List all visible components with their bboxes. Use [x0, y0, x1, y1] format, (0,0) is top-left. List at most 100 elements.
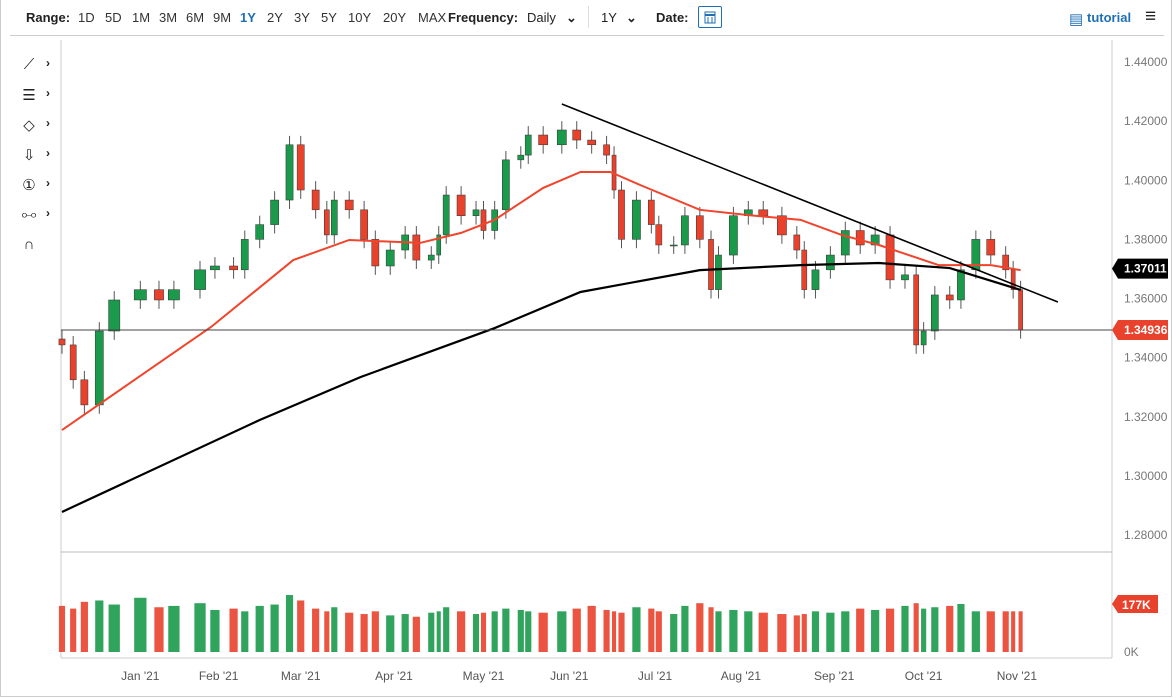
- volume-bar: [412, 616, 420, 652]
- candle-body: [855, 230, 865, 246]
- candle-body: [603, 144, 610, 156]
- volume-bar: [841, 611, 850, 652]
- candle-body: [442, 194, 450, 236]
- price-tag-label: 1.34936: [1124, 323, 1168, 337]
- volume-bar: [655, 611, 662, 652]
- candle-body: [538, 134, 549, 146]
- candle-body: [311, 189, 320, 211]
- volume-bar: [758, 612, 768, 652]
- y-tick-label: 1.28000: [1124, 528, 1168, 542]
- volume-bar: [696, 603, 704, 652]
- candle-body: [632, 199, 641, 240]
- volume-bar: [386, 615, 395, 652]
- x-tick-label: Nov '21: [997, 669, 1038, 683]
- candle-body: [94, 330, 104, 406]
- volume-bar: [826, 612, 835, 652]
- candle-body: [729, 215, 738, 256]
- volume-bar: [744, 611, 753, 652]
- volume-bar: [885, 608, 895, 652]
- x-tick-label: Aug '21: [721, 669, 762, 683]
- volume-bar: [443, 607, 450, 652]
- candle-body: [502, 159, 510, 211]
- candle-body: [108, 299, 121, 332]
- candle-body: [618, 189, 625, 240]
- candle-body: [412, 234, 421, 261]
- candle-body: [572, 129, 582, 141]
- volume-bar: [793, 615, 800, 652]
- candle-body: [324, 209, 330, 236]
- volume-bar: [856, 608, 865, 652]
- volume-bar: [587, 605, 596, 652]
- candle-body: [695, 215, 704, 240]
- price-tag-label: 1.37011: [1124, 262, 1167, 276]
- volume-bar: [986, 611, 995, 652]
- candle-body: [194, 269, 206, 290]
- volume-bar: [525, 611, 532, 652]
- volume-bar: [241, 611, 249, 652]
- volume-bar: [801, 614, 807, 652]
- volume-bar: [95, 600, 104, 652]
- volume-bar: [648, 608, 655, 652]
- candle-body: [793, 234, 801, 251]
- volume-zero-label: 0K: [1124, 645, 1139, 659]
- volume-bar: [777, 614, 787, 652]
- price-chart[interactable]: 1.44000 1.42000 1.40000 1.38000 1.36000 1.340…: [0, 0, 1176, 698]
- candle-body: [901, 274, 909, 281]
- candle-body: [371, 239, 380, 267]
- volume-bar: [324, 611, 330, 652]
- volume-bar: [229, 608, 238, 652]
- volume-bar: [670, 614, 678, 652]
- candle-body: [524, 134, 532, 156]
- candle-body: [708, 239, 714, 290]
- volume-bar: [401, 614, 409, 652]
- candle-body: [945, 294, 954, 301]
- volume-bar: [946, 605, 954, 652]
- candle-body: [826, 254, 835, 271]
- volume-bar: [1002, 611, 1009, 652]
- moving-average-50: [61, 170, 1021, 431]
- candle-body: [360, 209, 368, 240]
- candle-body: [885, 234, 895, 281]
- price-tag: 1.37011: [1112, 258, 1168, 279]
- volume-bar: [572, 608, 581, 652]
- volume-bar: [957, 604, 965, 652]
- volume-bar: [270, 604, 279, 652]
- volume-bar: [618, 612, 625, 652]
- candle-body: [1018, 289, 1023, 331]
- candle-body: [648, 199, 655, 225]
- volume-bar: [428, 612, 435, 652]
- y-tick-label: 1.38000: [1124, 232, 1168, 246]
- volume-bar: [436, 611, 441, 652]
- candle-body: [587, 139, 597, 146]
- y-tick-label: 1.40000: [1124, 173, 1168, 187]
- volume-bar: [971, 611, 980, 652]
- candle-body: [480, 209, 487, 231]
- volume-bar: [472, 614, 480, 652]
- x-tick-label: Jan '21: [121, 669, 160, 683]
- x-tick-label: Feb '21: [199, 669, 239, 683]
- volume-bar: [297, 600, 305, 652]
- volume-bar: [134, 597, 147, 652]
- volume-bar: [58, 605, 66, 652]
- candle-body: [930, 294, 939, 332]
- volume-bar: [1011, 611, 1016, 652]
- volume-bar: [715, 611, 722, 652]
- candle-body: [80, 379, 89, 406]
- candle-body: [715, 254, 722, 290]
- candle-body: [240, 239, 249, 271]
- candle-body: [330, 199, 338, 236]
- volume-bar: [502, 608, 510, 652]
- volume-bar: [921, 608, 927, 652]
- candle-body: [758, 209, 769, 216]
- volume-bar: [603, 609, 610, 652]
- candle-body: [920, 330, 927, 346]
- candle-body: [655, 224, 663, 246]
- candle-body: [210, 265, 220, 271]
- volume-bar: [154, 607, 164, 652]
- volume-bar: [255, 605, 264, 652]
- candle-body: [427, 254, 435, 261]
- candle-body: [669, 244, 678, 247]
- volume-bar: [168, 605, 180, 652]
- candle-body: [296, 144, 305, 191]
- x-tick-label: Apr '21: [375, 669, 413, 683]
